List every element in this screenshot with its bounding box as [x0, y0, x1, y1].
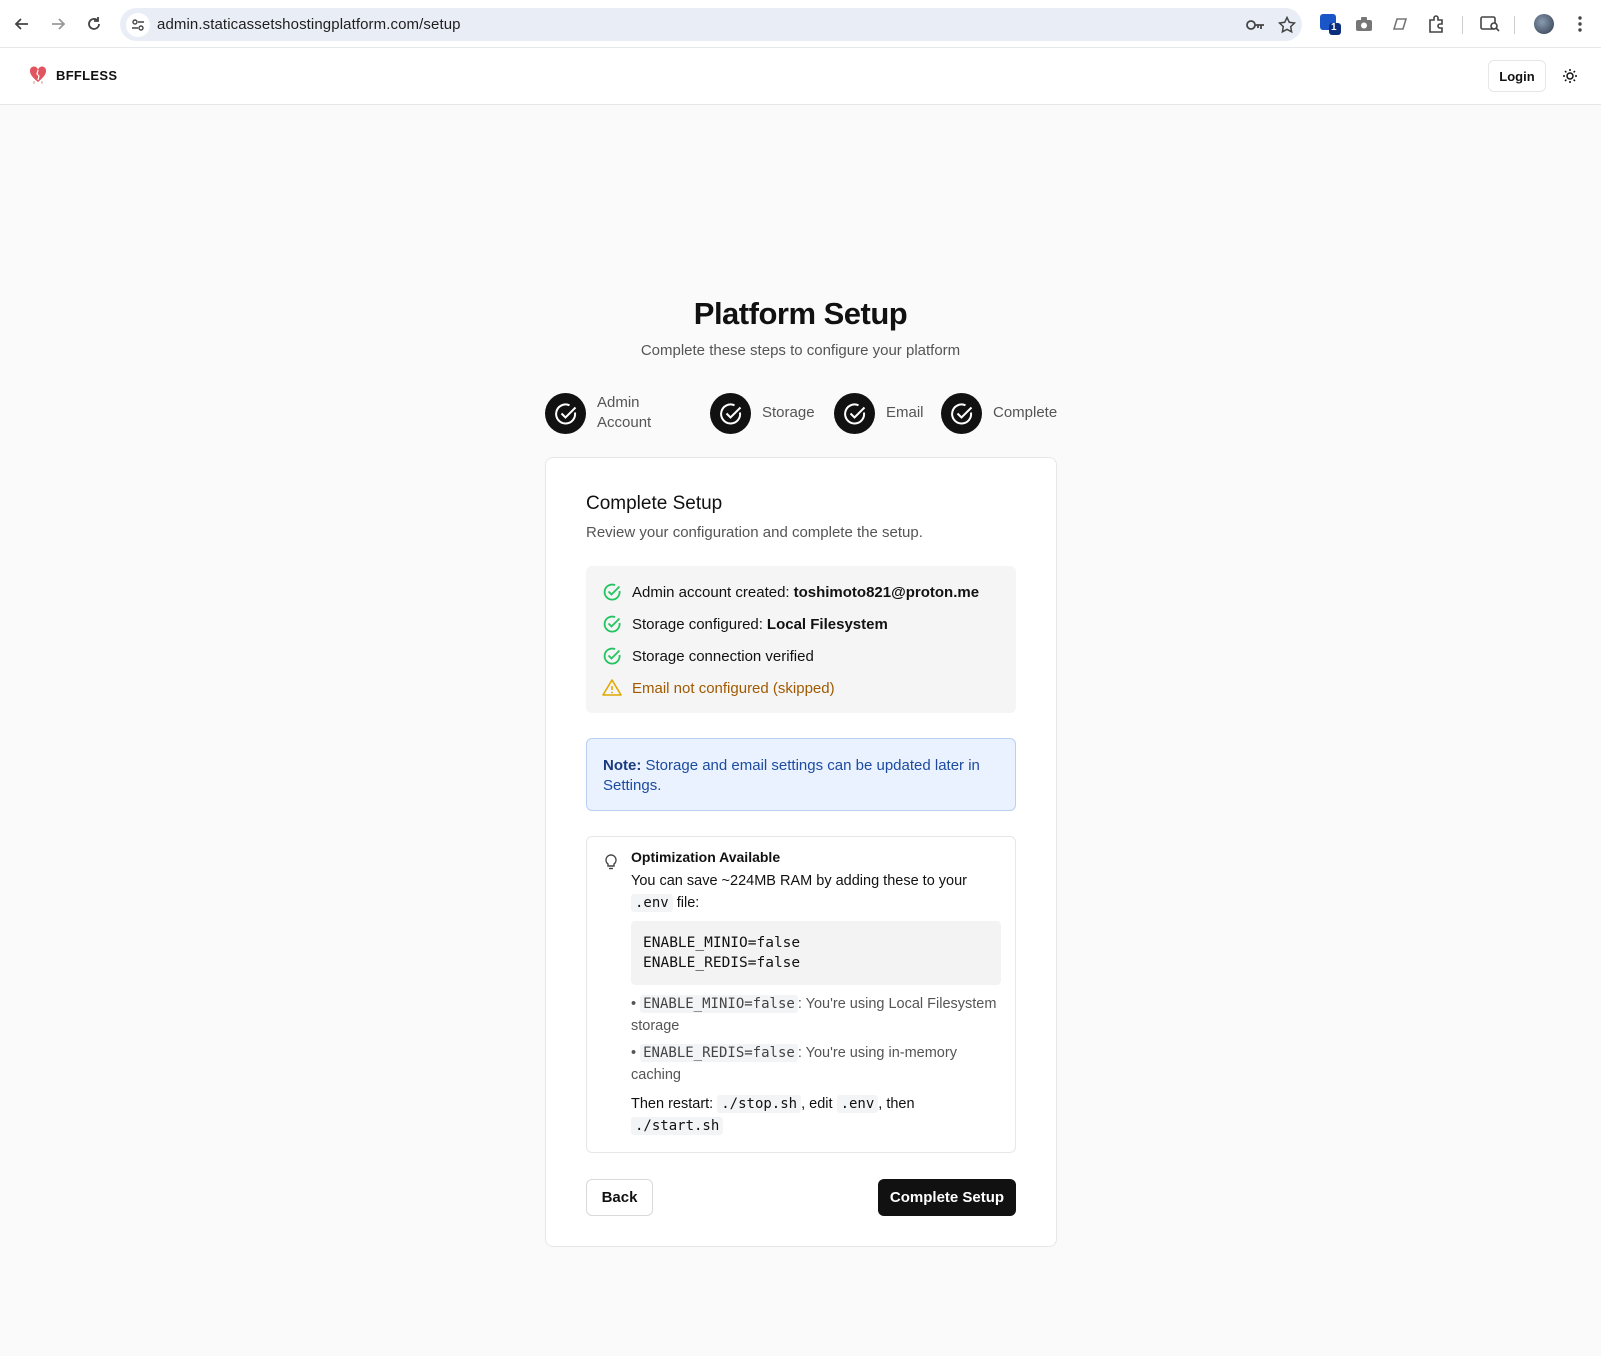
env-code-block[interactable]: ENABLE_MINIO=false ENABLE_REDIS=false	[631, 921, 1001, 985]
summary-email-text: Email not configured (skipped)	[632, 679, 835, 697]
step-email-check-icon	[834, 393, 875, 434]
step-complete-label: Complete	[993, 404, 1058, 421]
step-storage-label: Storage	[762, 404, 815, 421]
step-admin-label: Admin Account	[597, 393, 651, 433]
stop-script-code: ./stop.sh	[717, 1095, 802, 1113]
restart-prefix: Then restart:	[631, 1096, 714, 1112]
brand-name[interactable]: BFFLESS	[56, 68, 117, 83]
restart-env-code: .env	[836, 1095, 879, 1113]
login-button[interactable]: Login	[1488, 60, 1546, 92]
setup-summary: Admin account created: toshimoto821@prot…	[586, 566, 1016, 713]
tab-search-icon[interactable]	[1478, 12, 1502, 36]
optimization-bullet-minio: • ENABLE_MINIO=false: You're using Local…	[631, 993, 1003, 1037]
site-settings-icon[interactable]	[126, 13, 150, 37]
step-complete-check-icon	[941, 393, 982, 434]
summary-item-verified: Storage connection verified	[602, 645, 814, 667]
page-subtitle: Complete these steps to configure your p…	[640, 342, 961, 359]
restart-instructions: Then restart: ./stop.sh, edit .env, then…	[631, 1093, 1003, 1137]
optimization-text: You can save ~224MB RAM by adding these …	[631, 870, 1001, 914]
note-text: Storage and email settings can be update…	[603, 757, 980, 794]
brand-logo-icon[interactable]	[28, 65, 48, 85]
optimization-text-after: file:	[676, 895, 700, 911]
forward-arrow-icon[interactable]	[44, 10, 72, 38]
star-icon[interactable]	[1276, 14, 1298, 36]
summary-verified-text: Storage connection verified	[632, 647, 814, 665]
optimization-panel: Optimization Available You can save ~224…	[586, 836, 1016, 1153]
camera-icon[interactable]	[1352, 12, 1376, 36]
browser-menu-icon[interactable]	[1568, 12, 1592, 36]
complete-setup-card: Complete Setup Review your configuration…	[545, 457, 1057, 1247]
summary-storage-text: Storage configured:	[632, 615, 763, 633]
extension-badge-count: 1	[1331, 22, 1337, 33]
lightbulb-icon	[603, 853, 619, 871]
success-check-icon	[602, 582, 622, 602]
step-admin-label-line1: Admin	[597, 394, 640, 411]
bullet-dot: •	[631, 996, 637, 1012]
summary-item-storage: Storage configured: Local Filesystem	[602, 613, 888, 635]
card-title: Complete Setup	[586, 493, 723, 514]
extensions-puzzle-icon[interactable]	[1424, 12, 1448, 36]
card-description: Review your configuration and complete t…	[586, 524, 923, 541]
step-email-label: Email	[886, 404, 924, 421]
toolbar-divider	[1514, 16, 1515, 34]
reload-icon[interactable]	[80, 10, 108, 38]
extension-drive-icon[interactable]	[1388, 12, 1412, 36]
app-header: BFFLESS Login	[0, 48, 1601, 105]
restart-then-text: , then	[878, 1096, 915, 1112]
complete-setup-button[interactable]: Complete Setup	[878, 1179, 1016, 1216]
profile-avatar[interactable]	[1532, 12, 1556, 36]
summary-item-admin: Admin account created: toshimoto821@prot…	[602, 581, 979, 603]
summary-admin-text: Admin account created:	[632, 583, 790, 601]
optimization-bullet-redis: • ENABLE_REDIS=false: You're using in-me…	[631, 1042, 1003, 1086]
browser-toolbar: admin.staticassetshostingplatform.com/se…	[0, 0, 1601, 48]
note-label: Note:	[603, 757, 642, 774]
step-admin-check-icon	[545, 393, 586, 434]
bullet-redis-code: ENABLE_REDIS=false	[640, 1044, 798, 1062]
bullet-dot: •	[631, 1045, 637, 1061]
start-script-code: ./start.sh	[631, 1117, 724, 1135]
success-check-icon	[602, 614, 622, 634]
success-check-icon	[602, 646, 622, 666]
url-text[interactable]: admin.staticassetshostingplatform.com/se…	[157, 16, 461, 33]
restart-edit-text: , edit	[801, 1096, 833, 1112]
step-admin-label-line2: Account	[597, 414, 652, 431]
optimization-text-before: You can save ~224MB RAM by adding these …	[631, 873, 967, 889]
summary-storage-value: Local Filesystem	[766, 615, 888, 633]
settings-note: Note: Storage and email settings can be …	[586, 738, 1016, 811]
theme-toggle-sun-icon[interactable]	[1558, 64, 1582, 88]
key-icon[interactable]	[1244, 14, 1266, 36]
optimization-title: Optimization Available	[631, 849, 781, 865]
step-storage-check-icon	[710, 393, 751, 434]
address-bar[interactable]: admin.staticassetshostingplatform.com/se…	[120, 8, 1302, 41]
bullet-minio-code: ENABLE_MINIO=false	[640, 995, 798, 1013]
page-title: Platform Setup	[693, 296, 908, 331]
back-arrow-icon[interactable]	[8, 10, 36, 38]
toolbar-divider	[1462, 16, 1463, 34]
back-button[interactable]: Back	[586, 1179, 653, 1216]
env-file-code: .env	[631, 894, 673, 912]
warning-triangle-icon	[602, 678, 622, 698]
summary-admin-email: toshimoto821@proton.me	[793, 583, 980, 601]
summary-item-email: Email not configured (skipped)	[602, 677, 835, 699]
extension-badge-icon[interactable]: 1	[1318, 12, 1342, 36]
